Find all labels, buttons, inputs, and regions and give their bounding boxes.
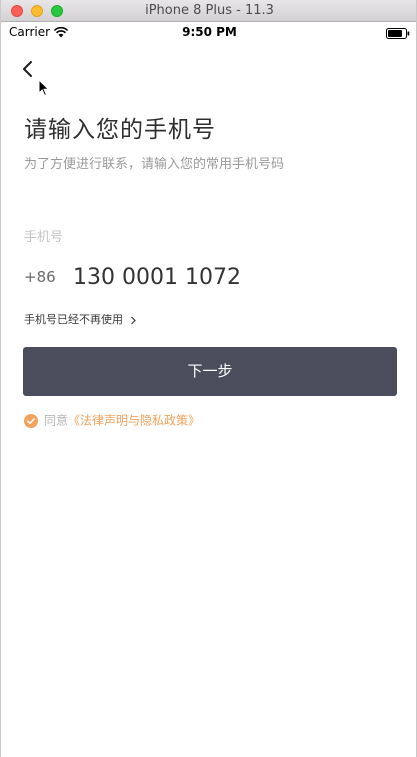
mouse-cursor-icon (38, 79, 50, 97)
agree-prefix: 同意 (44, 413, 69, 428)
status-time: 9:50 PM (182, 25, 237, 39)
page-subtitle: 为了方便进行联系，请输入您的常用手机号码 (24, 157, 285, 172)
battery-icon (386, 28, 410, 39)
phone-number-label: 手机号 (24, 230, 64, 245)
check-circle-icon[interactable] (24, 413, 38, 428)
legal-privacy-policy-link[interactable]: 《法律声明与隐私政策》 (68, 414, 200, 428)
phone-number-input[interactable] (73, 262, 393, 292)
ios-status-bar: Carrier 9:50 PM (1, 22, 416, 42)
number-no-longer-used-link[interactable]: 手机号已经不再使用 (24, 311, 137, 327)
window-titlebar: iPhone 8 Plus - 11.3 (1, 0, 416, 22)
simulator-window: iPhone 8 Plus - 11.3 Carrier 9:50 PM 请输入… (0, 0, 417, 757)
page-title: 请输入您的手机号 (24, 117, 216, 143)
back-chevron-icon[interactable] (18, 58, 40, 80)
window-title: iPhone 8 Plus - 11.3 (145, 3, 274, 18)
agreement-row: 同意《法律声明与隐私政策》 (24, 412, 200, 428)
chevron-right-icon (131, 316, 136, 324)
number-no-longer-used-label: 手机号已经不再使用 (24, 313, 123, 326)
country-code-selector[interactable]: +86 (24, 268, 56, 286)
next-step-button[interactable]: 下一步 (23, 347, 397, 396)
